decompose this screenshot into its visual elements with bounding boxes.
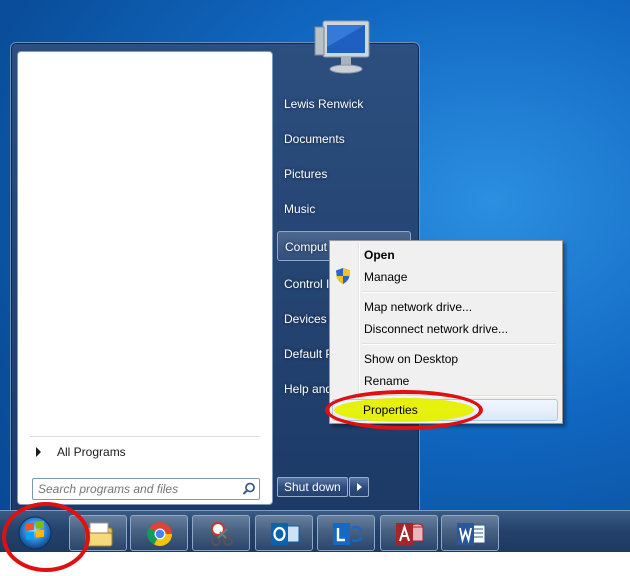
taskbar-word-button[interactable] — [441, 515, 499, 551]
search-box[interactable] — [32, 478, 260, 500]
taskbar-chrome-button[interactable] — [130, 515, 188, 551]
chrome-icon — [147, 522, 172, 547]
menu-item-disconnect-network-drive[interactable]: Disconnect network drive... — [332, 318, 558, 340]
all-programs-item[interactable]: All Programs — [30, 440, 262, 464]
taskbar-access-button[interactable] — [380, 515, 438, 551]
lync-icon — [333, 523, 362, 545]
annotation-circle-start — [2, 502, 90, 572]
search-input[interactable] — [33, 481, 239, 497]
taskbar-outlook-button[interactable] — [255, 515, 313, 551]
start-menu-programs-pane: All Programs — [17, 51, 273, 505]
start-item-user[interactable]: Lewis Renwick — [277, 89, 411, 119]
divider — [30, 436, 260, 437]
start-item-music[interactable]: Music — [277, 194, 411, 224]
word-icon — [457, 523, 486, 545]
menu-separator — [362, 291, 556, 293]
start-item-documents[interactable]: Documents — [277, 124, 411, 154]
access-icon — [396, 523, 424, 545]
menu-item-map-network-drive[interactable]: Map network drive... — [332, 296, 558, 318]
snipping-tool-icon — [211, 522, 233, 546]
taskbar-snipping-tool-button[interactable] — [192, 515, 250, 551]
computer-icon — [313, 17, 375, 80]
outlook-icon — [271, 523, 300, 545]
menu-item-rename[interactable]: Rename — [332, 370, 558, 392]
all-programs-label: All Programs — [57, 445, 126, 459]
shutdown-button[interactable]: Shut down — [277, 477, 349, 497]
shutdown-options-button[interactable] — [349, 477, 369, 497]
menu-separator — [362, 343, 556, 345]
annotation-circle-properties — [325, 390, 483, 430]
menu-item-open[interactable]: Open — [332, 244, 558, 266]
taskbar — [0, 510, 630, 553]
menu-item-manage[interactable]: Manage — [332, 266, 558, 288]
shutdown-group: Shut down — [277, 477, 369, 497]
arrow-right-icon — [36, 447, 41, 457]
taskbar-lync-button[interactable] — [317, 515, 375, 551]
menu-item-show-on-desktop[interactable]: Show on Desktop — [332, 348, 558, 370]
bottom-strip — [0, 552, 630, 576]
start-item-pictures[interactable]: Pictures — [277, 159, 411, 189]
search-icon[interactable] — [239, 479, 259, 499]
